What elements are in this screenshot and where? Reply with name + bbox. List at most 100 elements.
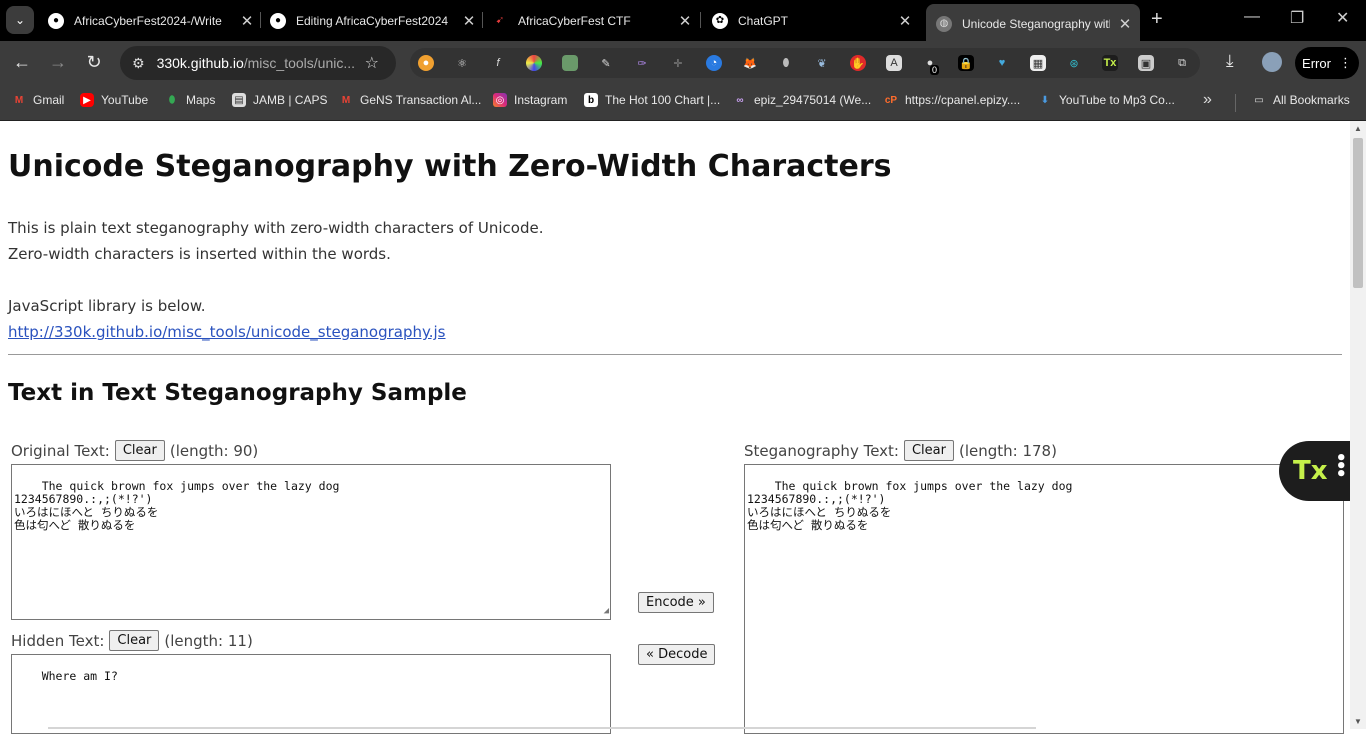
downloads-button[interactable]: ⤓	[1226, 51, 1234, 71]
tab-title: AfricaCyberFest CTF	[518, 13, 631, 28]
lock-icon[interactable]: 🔒	[958, 55, 974, 71]
bookmark-label: YouTube to Mp3 Co...	[1059, 93, 1175, 107]
hidden-text-area[interactable]: Where am I?	[11, 654, 611, 734]
puzzle-icon[interactable]: ⧉	[1174, 55, 1190, 71]
heart-icon[interactable]: ♥	[994, 55, 1010, 71]
hidden-clear-button[interactable]: Clear	[109, 630, 160, 651]
original-clear-button[interactable]: Clear	[114, 440, 165, 461]
close-icon[interactable]: ✕	[238, 12, 256, 30]
hidden-text-label-row: Hidden Text: Clear (length: 11)	[11, 630, 253, 651]
close-icon[interactable]: ✕	[896, 12, 914, 30]
tab-chatgpt[interactable]: ✿ ChatGPT ✕	[712, 6, 914, 35]
minimize-icon: —	[1244, 8, 1260, 25]
gmail-icon: M	[341, 94, 351, 106]
more-vert-icon[interactable]: • • •	[1335, 450, 1347, 484]
color-picker-icon[interactable]	[526, 55, 542, 71]
tx-widget-label: Tx	[1293, 456, 1328, 486]
bookmark-yt-mp3[interactable]: ⬇ YouTube to Mp3 Co...	[1038, 93, 1175, 107]
hidden-text-value: Where am I?	[41, 669, 118, 683]
hand-icon[interactable]: ✋	[850, 55, 866, 71]
scroll-down-icon[interactable]: ▼	[1354, 717, 1362, 726]
bookmark-maps[interactable]: ⬮ Maps	[165, 93, 215, 107]
error-button[interactable]: Error ⋮	[1295, 47, 1359, 79]
screenshot-icon[interactable]: ▣	[1138, 55, 1154, 71]
url-text[interactable]: 330k.github.io/misc_tools/unic...	[157, 55, 357, 71]
font-icon[interactable]: f	[490, 55, 506, 71]
more-bookmarks-button[interactable]: »	[1203, 91, 1212, 109]
back-button[interactable]: ←	[11, 52, 33, 73]
double-chevron-right-icon: »	[1203, 91, 1212, 108]
address-bar[interactable]: ⚙ 330k.github.io/misc_tools/unic... ☆	[120, 46, 396, 80]
error-label: Error	[1302, 55, 1331, 71]
stego-clear-button[interactable]: Clear	[903, 440, 954, 461]
close-window-button[interactable]: ✕	[1336, 8, 1349, 28]
folder-icon: ▭	[1254, 94, 1264, 106]
tx-extension-icon[interactable]: Tx	[1102, 55, 1118, 71]
bookmark-youtube[interactable]: ▶ YouTube	[80, 93, 148, 107]
tab-africacyberfest-ctf[interactable]: ➹ AfricaCyberFest CTF ✕	[492, 6, 694, 35]
encode-button[interactable]: Encode »	[638, 592, 714, 613]
bookmarks-bar: M Gmail ▶ YouTube ⬮ Maps ▤ JAMB | CAPS M GeNS…	[0, 85, 1366, 121]
metamask-icon[interactable]: 🦊	[742, 55, 758, 71]
atom-icon[interactable]: ⊛	[1066, 55, 1082, 71]
decode-button[interactable]: « Decode	[638, 644, 716, 665]
bookmark-instagram[interactable]: ◎ Instagram	[493, 93, 567, 107]
bookmark-cpanel[interactable]: cP https://cpanel.epizy....	[884, 93, 1020, 107]
forward-button[interactable]: →	[47, 52, 69, 73]
new-tab-button[interactable]: +	[1151, 8, 1163, 31]
github-icon: ●	[270, 12, 286, 29]
minimize-button[interactable]: —	[1244, 8, 1260, 26]
scroll-up-icon[interactable]: ▲	[1354, 124, 1362, 133]
tab-title: Unicode Steganography with	[962, 16, 1110, 31]
tx-floating-widget[interactable]: Tx • • •	[1279, 441, 1350, 501]
ruler-icon[interactable]: ✛	[670, 55, 686, 71]
section-title: Text in Text Steganography Sample	[8, 380, 467, 406]
vertical-scrollbar[interactable]: ▲ ▼	[1350, 121, 1366, 729]
bookmark-gens[interactable]: M GeNS Transaction Al...	[339, 93, 482, 107]
intro-line-2: Zero-width characters is inserted within…	[8, 245, 391, 263]
avatar[interactable]	[1262, 52, 1282, 72]
tab-africacyberfest-writeup[interactable]: ● AfricaCyberFest2024-/Write ✕	[48, 6, 256, 35]
plant-icon[interactable]: ❦	[814, 55, 830, 71]
bookmark-jamb[interactable]: ▤ JAMB | CAPS	[232, 93, 327, 107]
bookmark-label: All Bookmarks	[1273, 93, 1350, 107]
bookmark-gmail[interactable]: M Gmail	[12, 93, 65, 107]
scroll-thumb[interactable]	[1353, 138, 1363, 288]
all-bookmarks-button[interactable]: ▭ All Bookmarks	[1252, 93, 1350, 107]
library-link[interactable]: http://330k.github.io/misc_tools/unicode…	[8, 323, 446, 341]
qr-code-icon[interactable]: ▦	[1030, 55, 1046, 71]
reload-button[interactable]: ↻	[83, 52, 105, 73]
site-settings-icon[interactable]: ⚙	[132, 55, 145, 72]
close-icon[interactable]: ✕	[460, 12, 478, 30]
close-icon[interactable]: ✕	[676, 12, 694, 30]
badge-extension-icon[interactable]: ● 0	[922, 55, 940, 75]
bookmark-star-icon[interactable]: ☆	[365, 53, 379, 73]
page-content: Unicode Steganography with Zero-Width Ch…	[0, 121, 1350, 734]
tab-search-button[interactable]: ⌄	[6, 6, 34, 34]
location-pin-icon[interactable]: ⬮	[778, 55, 794, 71]
stego-text-area[interactable]: The quick brown fox jumps over the lazy …	[744, 464, 1344, 734]
react-devtools-icon[interactable]: ⚛	[454, 55, 470, 71]
url-host: 330k.github.io	[156, 55, 244, 71]
library-link-wrap: http://330k.github.io/misc_tools/unicode…	[8, 323, 446, 341]
tab-unicode-steganography[interactable]: ◍ Unicode Steganography with ✕	[926, 4, 1140, 41]
feather-icon[interactable]: ✑	[634, 55, 650, 71]
stego-text-label-row: Steganography Text: Clear (length: 178)	[744, 440, 1057, 461]
original-text-value: The quick brown fox jumps over the lazy …	[14, 479, 340, 532]
edge-icon[interactable]: ◔	[706, 55, 722, 71]
bookmark-label: GeNS Transaction Al...	[360, 93, 482, 107]
original-text-area[interactable]: The quick brown fox jumps over the lazy …	[11, 464, 611, 620]
restore-button[interactable]: ❐	[1290, 8, 1304, 28]
jamb-icon: ▤	[232, 93, 246, 107]
close-icon[interactable]: ✕	[1116, 15, 1134, 33]
extension-icon[interactable]: ●	[418, 55, 434, 71]
image-icon[interactable]	[562, 55, 578, 71]
bookmark-label: epiz_29475014 (We...	[754, 93, 872, 107]
translate-icon[interactable]: A	[886, 55, 902, 71]
eyedropper-icon[interactable]: ✎	[598, 55, 614, 71]
tab-editing-africacyberfest[interactable]: ● Editing AfricaCyberFest2024 ✕	[270, 6, 478, 35]
bookmark-epiz[interactable]: ∞ epiz_29475014 (We...	[733, 93, 871, 107]
bookmark-hot100[interactable]: b The Hot 100 Chart |...	[584, 93, 720, 107]
original-text-label: Original Text:	[11, 441, 110, 460]
resize-handle-icon[interactable]: ◢	[604, 605, 609, 618]
